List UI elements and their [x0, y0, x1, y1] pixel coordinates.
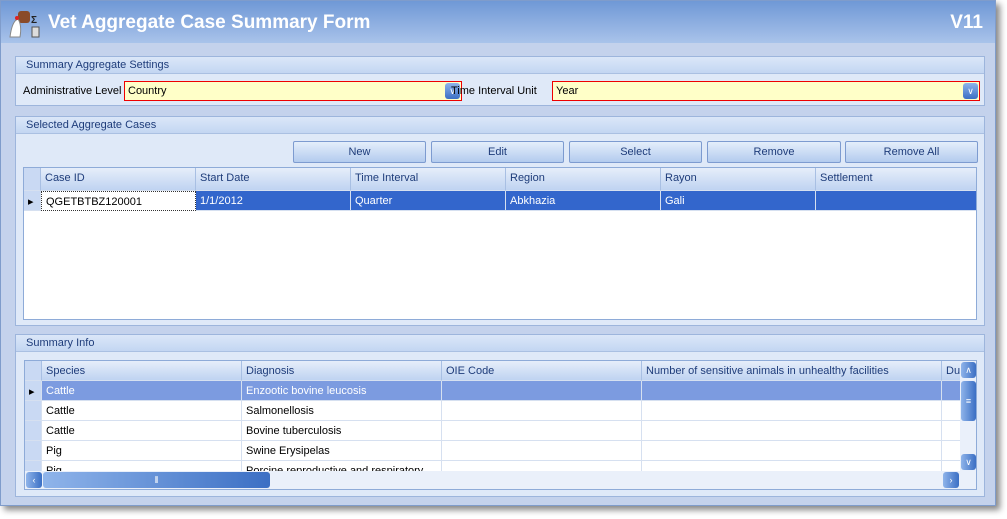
cell[interactable] [942, 401, 962, 421]
window-title: Vet Aggregate Case Summary Form [48, 12, 371, 33]
row-pointer-icon: ▸ [25, 381, 42, 401]
row-pointer-icon: ▸ [24, 191, 41, 211]
summary-aggregate-settings-group: Summary Aggregate Settings Administrativ… [15, 56, 985, 106]
cell[interactable] [642, 421, 942, 441]
edit-button[interactable]: Edit [431, 141, 564, 163]
cell[interactable]: Bovine tuberculosis [242, 421, 442, 441]
admin-level-value: Country [128, 85, 167, 97]
col-header[interactable]: Species [42, 361, 242, 381]
time-unit-label: Time Interval Unit [451, 85, 537, 97]
cases-grid: Case ID Start Date Time Interval Region … [23, 167, 977, 320]
cell[interactable] [816, 191, 976, 211]
svg-text:Σ: Σ [31, 15, 37, 26]
col-header[interactable]: Case ID [41, 168, 196, 191]
cell[interactable] [442, 381, 642, 401]
col-header[interactable]: Time Interval [351, 168, 506, 191]
cell[interactable]: Gali [661, 191, 816, 211]
cell[interactable]: 1/1/2012 [196, 191, 351, 211]
form-window: Σ Vet Aggregate Case Summary Form V11 Su… [0, 0, 996, 506]
remove-all-button[interactable]: Remove All [845, 141, 978, 163]
cell[interactable]: Abkhazia [506, 191, 661, 211]
cell[interactable] [442, 401, 642, 421]
scroll-up-icon[interactable]: ∧ [961, 362, 976, 378]
scroll-down-icon[interactable]: ∨ [961, 454, 976, 470]
table-row[interactable]: ▸ QGETBTBZ120001 1/1/2012 Quarter Abkhaz… [24, 191, 976, 211]
cell[interactable]: Cattle [42, 381, 242, 401]
select-button[interactable]: Select [569, 141, 702, 163]
remove-button[interactable]: Remove [707, 141, 841, 163]
row-indicator [25, 421, 42, 441]
group-header: Summary Info [16, 335, 984, 352]
scroll-right-icon[interactable]: › [943, 472, 959, 488]
cell[interactable] [942, 381, 962, 401]
cell[interactable]: Enzootic bovine leucosis [242, 381, 442, 401]
col-header[interactable]: Region [506, 168, 661, 191]
row-indicator [25, 401, 42, 421]
cell[interactable]: Swine Erysipelas [242, 441, 442, 461]
row-indicator [25, 441, 42, 461]
row-indicator-header [24, 168, 41, 191]
admin-level-combo[interactable]: Country ∨ [124, 81, 462, 101]
scroll-left-icon[interactable]: ‹ [26, 472, 42, 488]
cell[interactable] [642, 441, 942, 461]
case-id-cell[interactable]: QGETBTBZ120001 [41, 191, 196, 211]
cell[interactable] [942, 421, 962, 441]
horizontal-scroll-thumb[interactable]: ⦀ [43, 472, 270, 488]
group-header: Selected Aggregate Cases [16, 117, 984, 134]
cell[interactable]: Cattle [42, 421, 242, 441]
cell[interactable]: Pig [42, 441, 242, 461]
group-header: Summary Aggregate Settings [16, 57, 984, 74]
time-unit-combo[interactable]: Year ∨ [552, 81, 980, 101]
col-header[interactable]: Settlement [816, 168, 976, 191]
table-row[interactable]: Cattle Salmonellosis [25, 401, 976, 421]
new-button[interactable]: New [293, 141, 426, 163]
cases-header-row: Case ID Start Date Time Interval Region … [24, 168, 976, 191]
table-row[interactable]: Pig Swine Erysipelas [25, 441, 976, 461]
col-header[interactable]: Rayon [661, 168, 816, 191]
vertical-scrollbar[interactable]: ∧ ≡ ∨ [960, 361, 976, 471]
version-label: V11 [950, 12, 983, 33]
chevron-down-icon[interactable]: ∨ [963, 83, 978, 99]
col-header[interactable]: Diagnosis [242, 361, 442, 381]
summary-header-row: Species Diagnosis OIE Code Number of sen… [25, 361, 976, 381]
cell[interactable]: Quarter [351, 191, 506, 211]
row-indicator-header [25, 361, 42, 381]
admin-level-label: Administrative Level [23, 85, 122, 97]
time-unit-value: Year [556, 85, 579, 97]
col-header[interactable]: Number of sensitive animals in unhealthy… [642, 361, 942, 381]
vet-animals-icon: Σ [9, 11, 40, 38]
col-header[interactable]: OIE Code [442, 361, 642, 381]
cell[interactable]: Salmonellosis [242, 401, 442, 421]
col-header[interactable]: Du [942, 361, 962, 381]
summary-grid: Species Diagnosis OIE Code Number of sen… [24, 360, 977, 490]
horizontal-scrollbar[interactable]: ‹ ⦀ › [25, 471, 976, 489]
title-bar: Σ Vet Aggregate Case Summary Form V11 [1, 1, 995, 43]
cell[interactable]: Cattle [42, 401, 242, 421]
col-header[interactable]: Start Date [196, 168, 351, 191]
table-row[interactable]: Cattle Bovine tuberculosis [25, 421, 976, 441]
cell[interactable] [642, 381, 942, 401]
cell[interactable] [942, 441, 962, 461]
cell[interactable] [642, 401, 942, 421]
cell[interactable] [442, 441, 642, 461]
cell[interactable] [442, 421, 642, 441]
vertical-scroll-thumb[interactable]: ≡ [961, 381, 976, 421]
table-row[interactable]: ▸ Cattle Enzootic bovine leucosis [25, 381, 976, 401]
